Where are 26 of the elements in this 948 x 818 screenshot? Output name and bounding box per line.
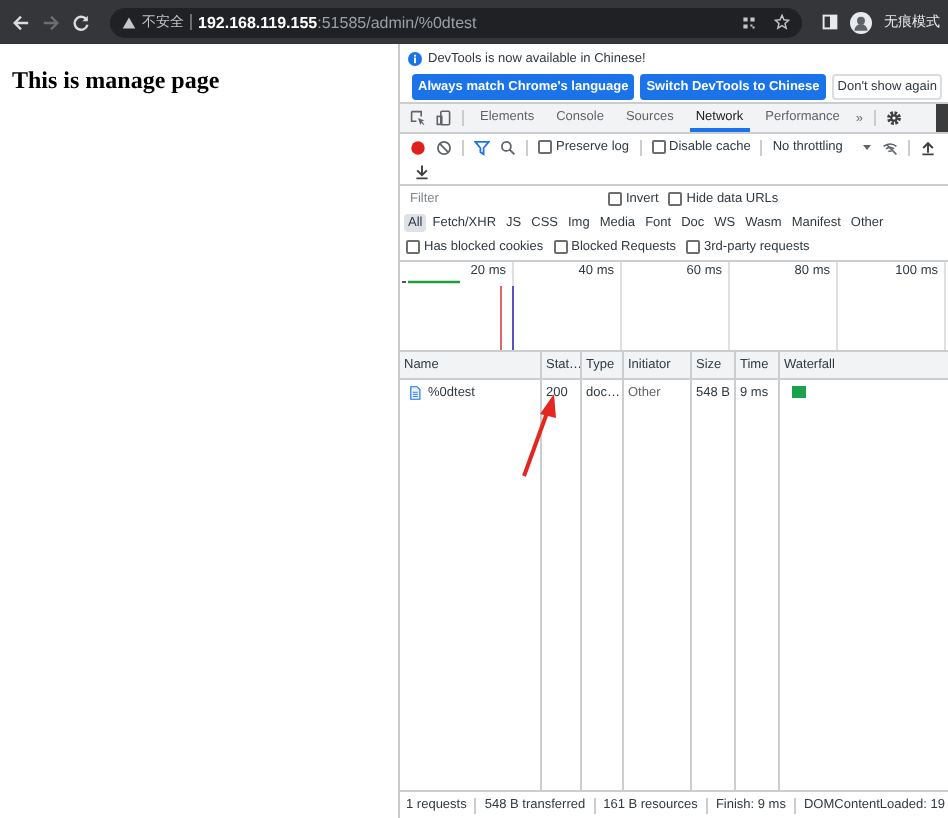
download-icon[interactable] <box>414 164 430 180</box>
upload-icon[interactable] <box>920 139 937 155</box>
page-heading: This is manage page <box>12 66 222 96</box>
url-text: 192.168.119.155:51585/admin/%0dtest <box>198 13 477 31</box>
info-icon <box>408 51 422 65</box>
side-panel-icon[interactable] <box>822 14 838 30</box>
caret-icon <box>862 142 873 152</box>
request-timeline-line <box>402 280 460 284</box>
star-icon[interactable] <box>774 14 790 30</box>
annotation-arrow <box>520 394 560 478</box>
record-icon[interactable] <box>410 139 426 155</box>
load-event-lines <box>500 286 514 350</box>
document-icon <box>408 386 422 400</box>
search-icon[interactable] <box>500 139 516 155</box>
wifi-icon[interactable] <box>882 139 899 155</box>
settings-icon[interactable] <box>885 110 902 126</box>
warning-icon <box>122 15 136 29</box>
waterfall-bar <box>792 386 806 398</box>
qr-code-icon[interactable] <box>742 15 756 29</box>
filter-icon[interactable] <box>474 139 490 155</box>
clear-icon[interactable] <box>436 139 452 155</box>
device-icon[interactable] <box>436 110 452 126</box>
reload-icon[interactable] <box>72 13 90 31</box>
inspect-icon[interactable] <box>410 110 426 126</box>
back-icon[interactable] <box>12 13 30 31</box>
avatar-icon[interactable] <box>850 11 872 33</box>
